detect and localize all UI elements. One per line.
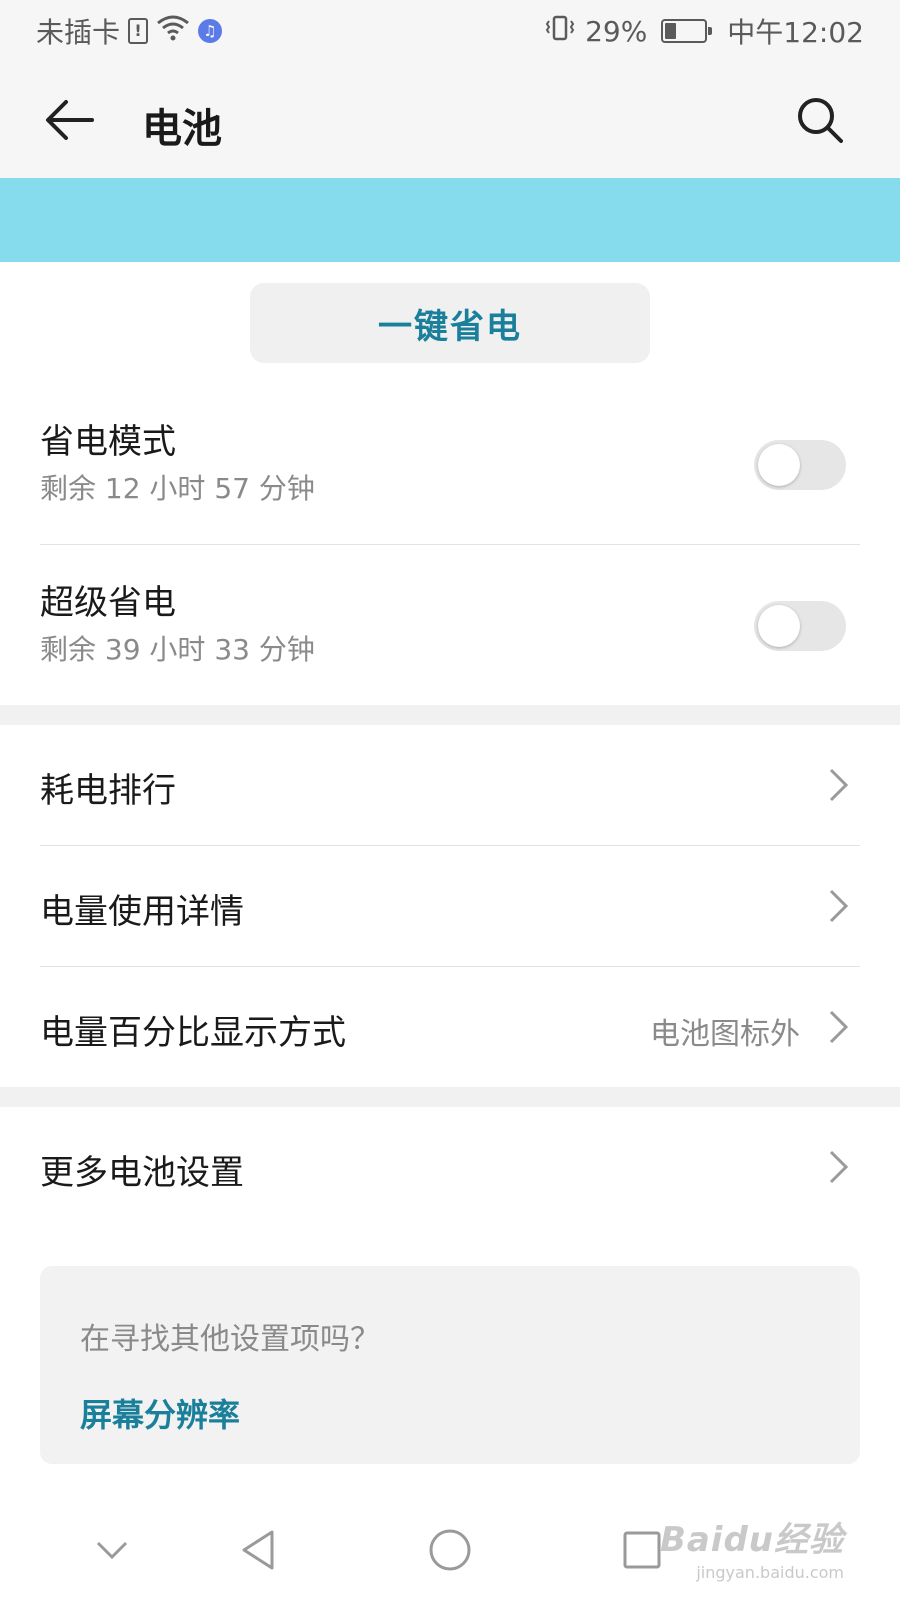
screen-resolution-link[interactable]: 屏幕分辨率 — [80, 1390, 240, 1436]
battery-icon — [661, 19, 713, 43]
chevron-right-icon — [829, 1150, 849, 1184]
vibrate-icon — [543, 14, 577, 49]
power-usage-details-item[interactable]: 电量使用详情 — [40, 846, 860, 966]
app-bar: 电池 — [0, 62, 900, 178]
menu-item-label: 电量使用详情 — [40, 892, 244, 932]
battery-level-fill — [665, 23, 677, 39]
battery-banner — [0, 178, 900, 262]
menu-item-value: 电池图标外 — [650, 1017, 800, 1052]
battery-percent: 29% — [585, 14, 648, 48]
music-icon: ♫ — [198, 19, 223, 43]
search-icon — [798, 98, 843, 143]
section-gap — [0, 705, 900, 725]
ultra-power-saving-row[interactable]: 超级省电 剩余 39 小时 33 分钟 — [40, 545, 860, 705]
nav-back-button[interactable] — [228, 1522, 288, 1578]
more-battery-settings-item[interactable]: 更多电池设置 — [40, 1107, 860, 1227]
ultra-power-saving-switch[interactable] — [754, 601, 846, 651]
watermark-url: jingyan.baidu.com — [696, 1563, 844, 1582]
chevron-right-icon — [829, 768, 849, 802]
power-saving-mode-remaining: 剩余 12 小时 57 分钟 — [40, 472, 315, 505]
clock: 中午12:02 — [727, 16, 864, 49]
ultra-power-saving-remaining: 剩余 39 小时 33 分钟 — [40, 633, 315, 666]
menu-item-label: 耗电排行 — [40, 771, 176, 811]
chevron-right-icon — [829, 889, 849, 923]
switch-knob — [758, 605, 800, 647]
sim-alert-icon: ! — [128, 18, 149, 44]
power-saving-mode-title: 省电模式 — [40, 422, 176, 462]
menu-item-label: 更多电池设置 — [40, 1153, 244, 1193]
status-left: 未插卡 ! ♫ — [36, 11, 223, 51]
section-gap — [0, 1087, 900, 1107]
baidu-jingyan-watermark: Baidu经验 jingyan.baidu.com — [660, 1512, 844, 1582]
power-saving-mode-row[interactable]: 省电模式 剩余 12 小时 57 分钟 — [40, 384, 860, 544]
power-saving-mode-switch[interactable] — [754, 440, 846, 490]
menu-item-label: 电量百分比显示方式 — [40, 1013, 346, 1053]
chevron-right-icon — [829, 1010, 849, 1044]
recents-square-icon — [623, 1531, 661, 1569]
nav-home-button[interactable] — [420, 1522, 480, 1578]
battery-percentage-display-item[interactable]: 电量百分比显示方式 电池图标外 — [40, 967, 860, 1087]
search-button[interactable] — [790, 90, 850, 150]
back-arrow-icon — [46, 100, 94, 140]
switch-knob — [758, 444, 800, 486]
status-bar: 未插卡 ! ♫ 29% 中午12:02 — [0, 0, 900, 62]
page-title: 电池 — [142, 106, 222, 152]
watermark-logo: Baidu经验 — [659, 1520, 844, 1560]
back-button[interactable] — [40, 90, 100, 150]
power-consumption-ranking-item[interactable]: 耗电排行 — [40, 725, 860, 845]
suggestion-card: 在寻找其他设置项吗？ 屏幕分辨率 — [40, 1266, 860, 1464]
back-triangle-icon — [242, 1530, 274, 1570]
suggestion-question: 在寻找其他设置项吗？ — [80, 1322, 380, 1357]
hide-nav-button[interactable] — [82, 1522, 142, 1578]
one-key-power-save-button[interactable]: 一键省电 — [250, 283, 650, 363]
wifi-icon — [156, 14, 190, 49]
status-right: 29% 中午12:02 — [543, 11, 864, 51]
home-circle-icon — [429, 1529, 471, 1571]
ultra-power-saving-title: 超级省电 — [40, 583, 176, 623]
carrier-text: 未插卡 — [36, 16, 121, 49]
chevron-down-icon — [96, 1541, 128, 1560]
